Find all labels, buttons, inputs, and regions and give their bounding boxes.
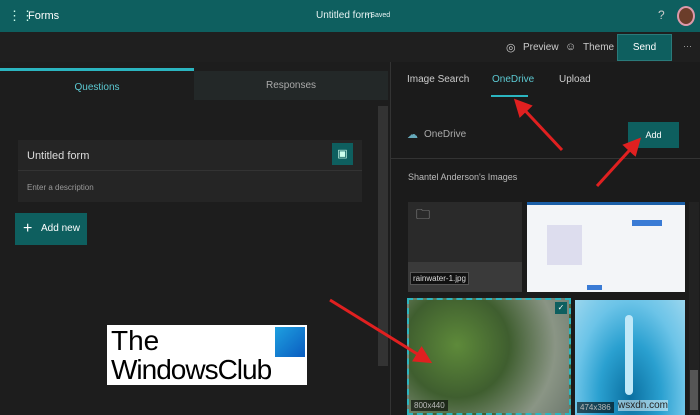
arrow-onedrive [513, 98, 564, 152]
arrow-add [595, 137, 642, 188]
annotation-arrows [329, 98, 642, 364]
arrow-image [329, 298, 433, 364]
